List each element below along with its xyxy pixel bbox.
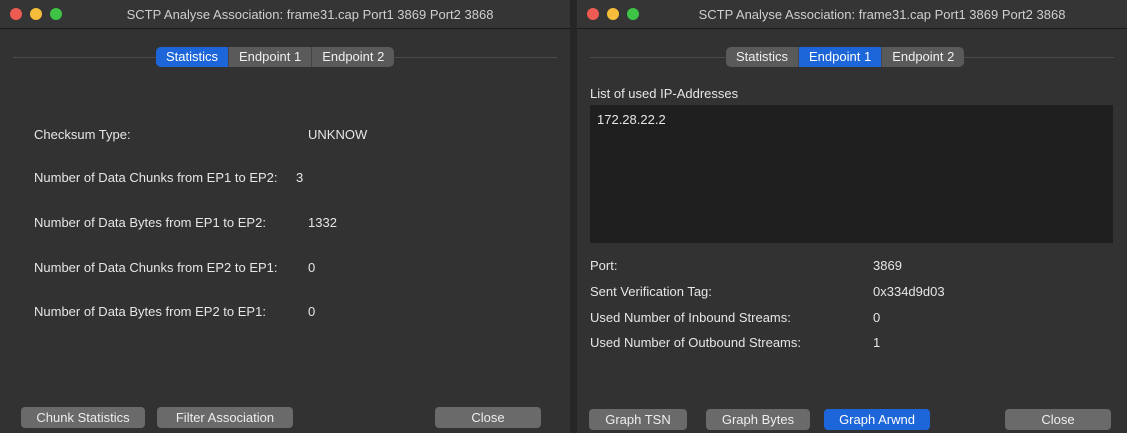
outbound-streams-value: 1 <box>873 335 881 350</box>
title-bar[interactable]: SCTP Analyse Association: frame31.cap Po… <box>0 0 570 29</box>
inbound-streams-value: 0 <box>873 310 881 325</box>
tab-statistics[interactable]: Statistics <box>156 47 230 67</box>
tab-endpoint-1[interactable]: Endpoint 1 <box>799 47 883 67</box>
statistics-window: SCTP Analyse Association: frame31.cap Po… <box>0 0 570 433</box>
chunks-ep2-ep1-value: 0 <box>308 260 316 275</box>
tab-endpoint-2[interactable]: Endpoint 2 <box>882 47 964 67</box>
tab-statistics[interactable]: Statistics <box>726 47 800 67</box>
verification-tag-value: 0x334d9d03 <box>873 284 945 299</box>
checksum-type-value: UNKNOW <box>308 127 368 142</box>
bytes-ep1-ep2-value: 1332 <box>308 215 337 230</box>
chunks-ep1-ep2-label: Number of Data Chunks from EP1 to EP2: <box>34 170 278 185</box>
tab-endpoint-2[interactable]: Endpoint 2 <box>312 47 394 67</box>
tab-bar: Statistics Endpoint 1 Endpoint 2 <box>726 47 965 67</box>
bytes-ep1-ep2-label: Number of Data Bytes from EP1 to EP2: <box>34 215 266 230</box>
window-gap <box>570 0 577 433</box>
bytes-ep2-ep1-value: 0 <box>308 304 316 319</box>
title-bar[interactable]: SCTP Analyse Association: frame31.cap Po… <box>577 0 1127 29</box>
graph-tsn-button[interactable]: Graph TSN <box>589 409 687 430</box>
graph-arwnd-button[interactable]: Graph Arwnd <box>824 409 930 430</box>
ip-address-list[interactable]: 172.28.22.2 <box>590 105 1113 243</box>
inbound-streams-label: Used Number of Inbound Streams: <box>590 310 791 325</box>
verification-tag-label: Sent Verification Tag: <box>590 284 712 299</box>
close-button[interactable]: Close <box>1005 409 1111 430</box>
chunk-statistics-button[interactable]: Chunk Statistics <box>21 407 145 428</box>
endpoint-window: SCTP Analyse Association: frame31.cap Po… <box>577 0 1127 433</box>
tab-endpoint-1[interactable]: Endpoint 1 <box>229 47 313 67</box>
port-value: 3869 <box>873 258 902 273</box>
checksum-type-label: Checksum Type: <box>34 127 131 142</box>
outbound-streams-label: Used Number of Outbound Streams: <box>590 335 801 350</box>
chunks-ep2-ep1-label: Number of Data Chunks from EP2 to EP1: <box>34 260 278 275</box>
window-title: SCTP Analyse Association: frame31.cap Po… <box>126 7 494 22</box>
tab-bar: Statistics Endpoint 1 Endpoint 2 <box>156 47 395 67</box>
graph-bytes-button[interactable]: Graph Bytes <box>706 409 810 430</box>
filter-association-button[interactable]: Filter Association <box>157 407 293 428</box>
window-title: SCTP Analyse Association: frame31.cap Po… <box>698 7 1066 22</box>
bytes-ep2-ep1-label: Number of Data Bytes from EP2 to EP1: <box>34 304 266 319</box>
chunks-ep1-ep2-value: 3 <box>296 170 304 185</box>
close-button[interactable]: Close <box>435 407 541 428</box>
port-label: Port: <box>590 258 618 273</box>
list-item[interactable]: 172.28.22.2 <box>597 112 666 127</box>
ip-list-label: List of used IP-Addresses <box>590 86 739 101</box>
